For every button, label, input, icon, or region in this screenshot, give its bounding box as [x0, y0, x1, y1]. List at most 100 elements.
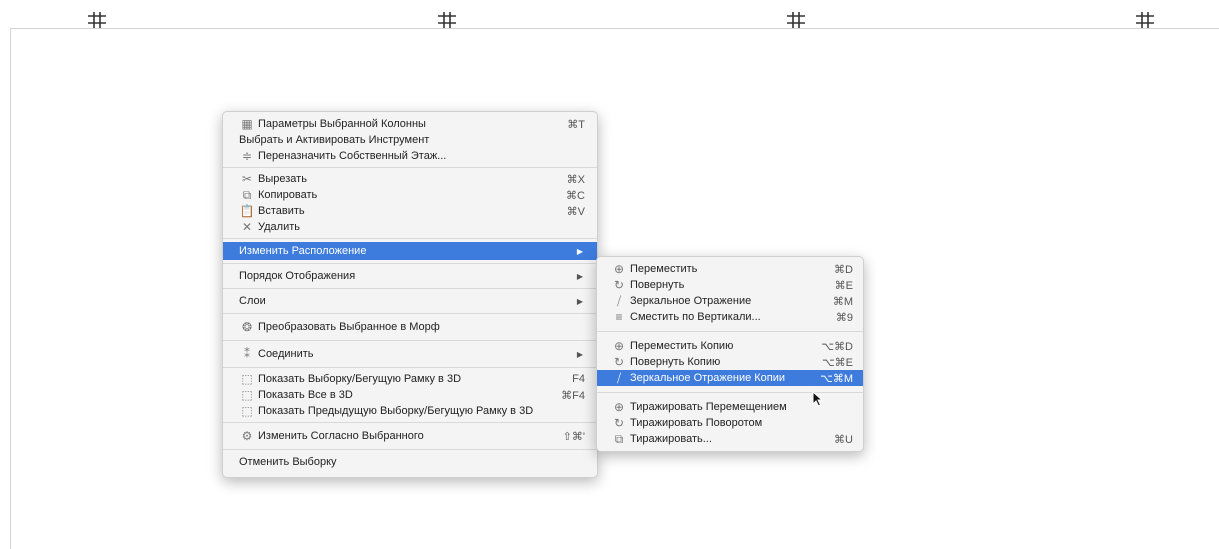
menu-item-label: Вставить	[258, 205, 305, 217]
grid-marker-icon[interactable]	[1134, 10, 1156, 30]
scissors-icon: ✂	[241, 172, 253, 186]
menu-item-label: Изменить Расположение	[239, 245, 367, 257]
grid-marker-icon[interactable]	[785, 10, 807, 30]
menu-item-change-position[interactable]: Изменить Расположение ▶	[223, 242, 597, 260]
menu-separator	[223, 340, 597, 341]
context-menu: ▦ Параметры Выбранной Колонны ⌘T Выбрать…	[222, 111, 598, 478]
menu-item-shortcut: ⌘U	[834, 433, 853, 446]
menu-item-shortcut: ⌘T	[567, 118, 585, 131]
paste-icon: 📋	[239, 204, 255, 218]
menu-item-label: Тиражировать Поворотом	[630, 417, 763, 429]
mirror-icon: ⧸	[616, 293, 622, 308]
menu-separator	[223, 367, 597, 368]
menu-item-label: Порядок Отображения	[239, 270, 356, 282]
menu-item-shortcut: ⌥⌘E	[821, 356, 853, 369]
elevate-icon: ≡	[615, 310, 623, 324]
morph-icon: ❂	[241, 320, 253, 334]
move-icon: ⊕	[613, 262, 625, 276]
submenu-arrow-icon: ▶	[576, 349, 583, 359]
menu-item-label: Показать Все в 3D	[258, 389, 353, 401]
menu-item-shortcut: ⌘V	[566, 205, 585, 218]
menu-item-shortcut: ⌘F4	[561, 389, 585, 402]
rotate-copy-icon: ↻	[613, 355, 625, 369]
menu-item-select-activate-tool[interactable]: Выбрать и Активировать Инструмент	[223, 132, 597, 148]
menu-item-delete[interactable]: ✕ Удалить	[223, 219, 597, 235]
menu-item-label: Соединить	[258, 348, 314, 360]
menu-item-layers[interactable]: Слои ▶	[223, 292, 597, 310]
submenu-item-multiply[interactable]: ⧉ Тиражировать... ⌘U	[597, 431, 863, 447]
menu-item-label: Показать Выборку/Бегущую Рамку в 3D	[258, 373, 462, 385]
mouse-cursor-icon	[812, 390, 824, 407]
multiply-icon: ⧉	[614, 431, 624, 446]
menu-item-shortcut: ⇧⌘'	[562, 430, 585, 443]
menu-item-label: Изменить Согласно Выбранного	[258, 430, 424, 442]
menu-item-reassign-story[interactable]: ≑ Переназначить Собственный Этаж...	[223, 148, 597, 164]
submenu-item-rotate[interactable]: ↻ Повернуть ⌘E	[597, 277, 863, 293]
show-all-3d-icon: ⬚	[241, 388, 253, 402]
menu-item-label: Выбрать и Активировать Инструмент	[239, 134, 430, 146]
submenu-arrow-icon: ▶	[576, 246, 583, 256]
menu-item-show-selection-3d[interactable]: ⬚ Показать Выборку/Бегущую Рамку в 3D F4	[223, 371, 597, 387]
menu-separator	[223, 263, 597, 264]
multiply-rotate-icon: ↻	[613, 416, 625, 430]
show-3d-icon: ⬚	[241, 372, 253, 386]
submenu-item-move[interactable]: ⊕ Переместить ⌘D	[597, 261, 863, 277]
move-copy-icon: ⊕	[613, 339, 625, 353]
menu-item-label: Показать Предыдущую Выборку/Бегущую Рамк…	[258, 405, 534, 417]
submenu-item-rotate-copy[interactable]: ↻ Повернуть Копию ⌥⌘E	[597, 354, 863, 370]
canvas-left-edge	[10, 28, 11, 549]
menu-item-shortcut: ⌥⌘M	[820, 372, 853, 385]
menu-item-label: Переместить	[630, 263, 698, 275]
mirror-copy-icon: ⧸	[616, 370, 622, 385]
menu-item-show-all-3d[interactable]: ⬚ Показать Все в 3D ⌘F4	[223, 387, 597, 403]
menu-item-label: Копировать	[258, 189, 318, 201]
menu-separator	[223, 313, 597, 314]
menu-item-display-order[interactable]: Порядок Отображения ▶	[223, 267, 597, 285]
menu-item-shortcut: ⌘D	[834, 263, 853, 276]
submenu-item-multiply-rotate[interactable]: ↻ Тиражировать Поворотом	[597, 415, 863, 431]
menu-item-label: Параметры Выбранной Колонны	[258, 118, 426, 130]
menu-item-convert-to-morph[interactable]: ❂ Преобразовать Выбранное в Морф	[223, 317, 597, 337]
submenu-item-move-copy[interactable]: ⊕ Переместить Копию ⌥⌘D	[597, 338, 863, 354]
menu-item-shortcut: ⌘X	[566, 173, 585, 186]
menu-separator	[223, 288, 597, 289]
menu-item-edit-by-selection[interactable]: ⚙ Изменить Согласно Выбранного ⇧⌘'	[223, 426, 597, 446]
menu-item-label: Тиражировать...	[630, 433, 712, 445]
menu-item-copy[interactable]: ⧉ Копировать ⌘C	[223, 187, 597, 203]
menu-separator	[223, 422, 597, 423]
menu-item-paste[interactable]: 📋 Вставить ⌘V	[223, 203, 597, 219]
menu-separator	[223, 238, 597, 239]
submenu-arrow-icon: ▶	[576, 271, 583, 281]
menu-item-label: Повернуть	[630, 279, 685, 291]
menu-item-label: Переназначить Собственный Этаж...	[258, 150, 447, 162]
menu-item-show-previous-3d[interactable]: ⬚ Показать Предыдущую Выборку/Бегущую Ра…	[223, 403, 597, 419]
submenu-item-mirror-copy[interactable]: ⧸ Зеркальное Отражение Копии ⌥⌘M	[597, 370, 863, 386]
grid-marker-icon[interactable]	[86, 10, 108, 30]
edit-selection-icon: ⚙	[241, 429, 253, 443]
grid-marker-icon[interactable]	[436, 10, 458, 30]
story-icon: ≑	[241, 149, 253, 163]
multiply-move-icon: ⊕	[613, 400, 625, 414]
menu-item-label: Тиражировать Перемещением	[630, 401, 787, 413]
menu-separator	[597, 331, 863, 332]
menu-item-shortcut: ⌘M	[832, 295, 853, 308]
connect-icon: ⁑	[244, 347, 250, 361]
menu-item-label: Слои	[239, 295, 266, 307]
menu-item-label: Преобразовать Выбранное в Морф	[258, 321, 440, 333]
copy-icon: ⧉	[242, 187, 252, 202]
menu-item-shortcut: ⌘E	[834, 279, 853, 292]
submenu-change-position: ⊕ Переместить ⌘D ↻ Повернуть ⌘E ⧸ Зеркал…	[596, 256, 864, 452]
menu-item-cut[interactable]: ✂ Вырезать ⌘X	[223, 171, 597, 187]
menu-item-shortcut: ⌘C	[566, 189, 585, 202]
canvas-top-edge	[10, 28, 1219, 29]
menu-item-column-settings[interactable]: ▦ Параметры Выбранной Колонны ⌘T	[223, 116, 597, 132]
submenu-item-elevate[interactable]: ≡ Сместить по Вертикали... ⌘9	[597, 309, 863, 325]
menu-item-label: Удалить	[258, 221, 300, 233]
menu-item-shortcut: ⌥⌘D	[821, 340, 853, 353]
menu-item-label: Сместить по Вертикали...	[630, 311, 761, 323]
submenu-item-mirror[interactable]: ⧸ Зеркальное Отражение ⌘M	[597, 293, 863, 309]
menu-item-connect[interactable]: ⁑ Соединить ▶	[223, 344, 597, 364]
menu-item-deselect[interactable]: Отменить Выборку	[223, 453, 597, 471]
menu-item-shortcut: F4	[572, 373, 585, 385]
column-settings-icon: ▦	[241, 117, 253, 131]
